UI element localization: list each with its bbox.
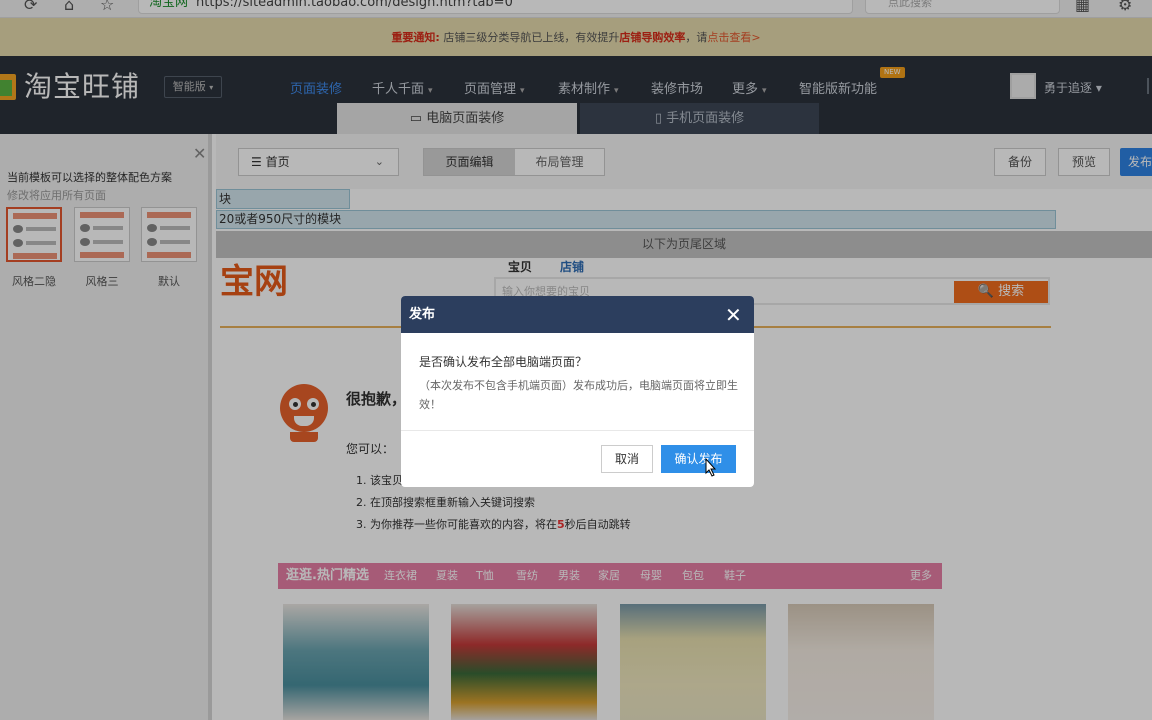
dialog-question: 是否确认发布全部电脑端页面？ — [419, 355, 588, 369]
divider — [401, 430, 754, 431]
mouse-pointer-icon — [705, 457, 717, 477]
confirm-publish-button[interactable]: 确认发布 — [661, 445, 736, 473]
dialog-header: 发布 ✕ — [401, 296, 754, 333]
close-icon[interactable]: ✕ — [725, 298, 742, 333]
cancel-button[interactable]: 取消 — [601, 445, 653, 473]
dialog-note: （本次发布不包含手机端页面）发布成功后，电脑端页面将立即生效！ — [419, 379, 738, 411]
dialog-title: 发布 — [409, 307, 436, 322]
publish-dialog: 发布 ✕ 是否确认发布全部电脑端页面？ （本次发布不包含手机端页面）发布成功后，… — [401, 296, 754, 487]
